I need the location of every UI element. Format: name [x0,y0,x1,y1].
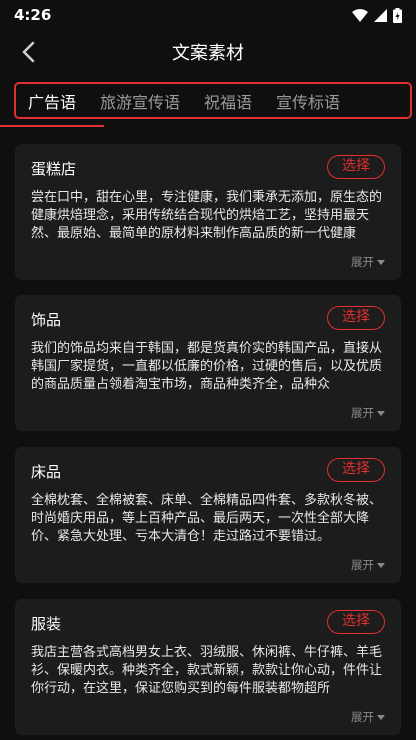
select-button[interactable]: 选择 [327,155,385,179]
select-button[interactable]: 选择 [327,610,385,634]
expand-label: 展开 [351,558,374,572]
wifi-icon [352,8,368,22]
card-text: 尝在口中，甜在心里，专注健康，我们秉承无添加，原生态的健康烘焙理念，采用传统结合… [31,190,383,241]
copy-card: 饰品 选择 我们的饰品均来自于韩国，都是货真价实的韩国产品，直接从韩国厂家提货，… [15,295,401,431]
tab-slogan[interactable]: 宣传标语 [264,89,352,113]
card-text: 我们的饰品均来自于韩国，都是货真价实的韩国产品，直接从韩国厂家提货，一直都以低廉… [31,341,383,392]
expand-button[interactable]: 展开 [351,557,385,573]
caret-down-icon [377,562,385,568]
status-time: 4:26 [14,6,52,24]
expand-label: 展开 [351,406,374,420]
active-tab-indicator [0,125,104,127]
card-text: 我店主营各式高档男女上衣、羽绒服、休闲裤、牛仔裤、羊毛衫、保暖内衣。种类齐全，款… [31,645,383,696]
expand-button[interactable]: 展开 [351,254,385,270]
nav-bar: 文案素材 [0,30,416,72]
expand-label: 展开 [351,710,374,724]
expand-label: 展开 [351,255,374,269]
tab-travel[interactable]: 旅游宣传语 [88,89,192,113]
tab-ads[interactable]: 广告语 [16,89,88,113]
caret-down-icon [377,410,385,416]
card-text: 全棉枕套、全棉被套、床单、全棉精品四件套、多款秋冬被、时尚婚庆用品，等上百种产品… [31,493,383,544]
cell-signal-icon [374,8,387,22]
caret-down-icon [377,259,385,265]
copy-card: 服装 选择 我店主营各式高档男女上衣、羽绒服、休闲裤、牛仔裤、羊毛衫、保暖内衣。… [15,599,401,735]
tab-blessing[interactable]: 祝福语 [192,89,264,113]
select-button[interactable]: 选择 [327,458,385,482]
page-title: 文案素材 [172,43,244,64]
expand-button[interactable]: 展开 [351,405,385,421]
select-button[interactable]: 选择 [327,306,385,330]
caret-down-icon [377,714,385,720]
card-title: 蛋糕店 [31,160,77,178]
battery-icon [393,7,402,23]
status-bar: 4:26 [0,0,416,30]
copy-card: 床品 选择 全棉枕套、全棉被套、床单、全棉精品四件套、多款秋冬被、时尚婚庆用品，… [15,447,401,583]
expand-button[interactable]: 展开 [351,709,385,725]
status-icons [352,7,402,23]
card-title: 床品 [31,463,62,481]
category-tabs: 广告语 旅游宣传语 祝福语 宣传标语 [14,82,412,119]
copy-card: 蛋糕店 选择 尝在口中，甜在心里，专注健康，我们秉承无添加，原生态的健康烘焙理念… [15,144,401,280]
card-title: 服装 [31,615,62,633]
card-title: 饰品 [31,311,62,329]
